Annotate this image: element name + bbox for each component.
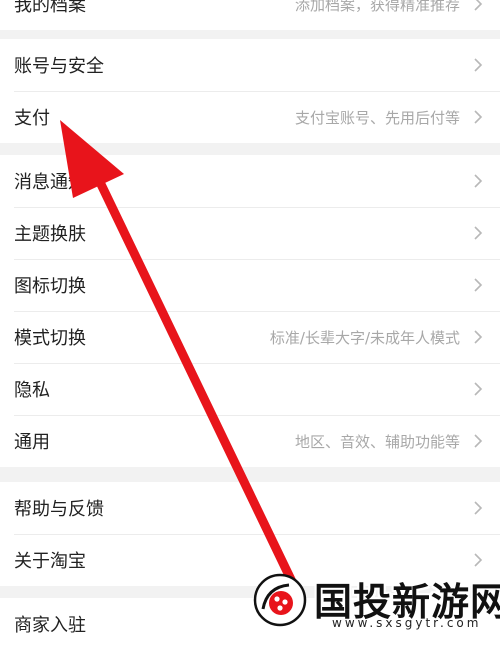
- row-label: 帮助与反馈: [14, 499, 104, 520]
- chevron-right-icon: [470, 225, 486, 241]
- settings-row-mode[interactable]: 模式切换 标准/长辈大字/未成年人模式: [0, 311, 500, 363]
- settings-group-merchant: 商家入驻: [0, 598, 500, 650]
- settings-row-merchant[interactable]: 商家入驻: [0, 598, 500, 650]
- row-label: 账号与安全: [14, 56, 104, 77]
- chevron-right-icon: [470, 109, 486, 125]
- chevron-right-icon: [470, 57, 486, 73]
- settings-row-payment[interactable]: 支付 支付宝账号、先用后付等: [0, 91, 500, 143]
- chevron-right-icon: [470, 381, 486, 397]
- settings-row-general[interactable]: 通用 地区、音效、辅助功能等: [0, 415, 500, 467]
- row-label: 隐私: [14, 380, 50, 401]
- settings-row-profile[interactable]: 我的档案 添加档案，获得精准推荐: [0, 0, 500, 30]
- row-label: 模式切换: [14, 328, 86, 349]
- settings-row-privacy[interactable]: 隐私: [0, 363, 500, 415]
- row-label: 消息通知: [14, 172, 86, 193]
- row-label: 主题换肤: [14, 224, 86, 245]
- row-label: 图标切换: [14, 276, 86, 297]
- settings-row-about[interactable]: 关于淘宝: [0, 534, 500, 586]
- settings-row-account-security[interactable]: 账号与安全: [0, 39, 500, 91]
- chevron-right-icon: [470, 433, 486, 449]
- settings-group-preferences: 消息通知 主题换肤 图标切换 模式切换 标准/长辈大字/未成年人模式 隐私 通用…: [0, 155, 500, 467]
- settings-row-app-icon[interactable]: 图标切换: [0, 259, 500, 311]
- chevron-right-icon: [470, 173, 486, 189]
- chevron-right-icon: [470, 329, 486, 345]
- chevron-right-icon: [470, 552, 486, 568]
- settings-group-profile: 我的档案 添加档案，获得精准推荐: [0, 0, 500, 30]
- settings-row-notifications[interactable]: 消息通知: [0, 155, 500, 207]
- settings-group-account: 账号与安全 支付 支付宝账号、先用后付等: [0, 39, 500, 143]
- settings-group-help: 帮助与反馈 关于淘宝: [0, 482, 500, 586]
- chevron-right-icon: [470, 500, 486, 516]
- row-subtitle: 支付宝账号、先用后付等: [294, 108, 460, 127]
- chevron-right-icon: [470, 277, 486, 293]
- row-subtitle: 地区、音效、辅助功能等: [294, 432, 460, 451]
- settings-row-help-feedback[interactable]: 帮助与反馈: [0, 482, 500, 534]
- row-label: 关于淘宝: [14, 551, 86, 572]
- row-label: 我的档案: [14, 0, 86, 16]
- row-subtitle: 添加档案，获得精准推荐: [294, 0, 460, 14]
- row-subtitle: 标准/长辈大字/未成年人模式: [269, 328, 460, 347]
- settings-row-theme[interactable]: 主题换肤: [0, 207, 500, 259]
- row-label: 支付: [14, 108, 50, 129]
- row-label: 商家入驻: [14, 615, 86, 636]
- row-label: 通用: [14, 432, 50, 453]
- chevron-right-icon: [470, 0, 486, 12]
